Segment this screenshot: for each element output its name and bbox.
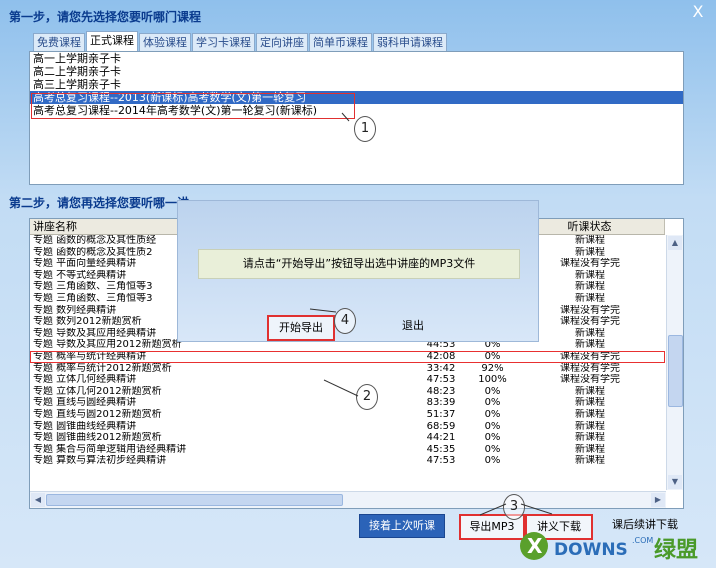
arrow-2-line (323, 379, 359, 397)
arrow-4-line (309, 308, 337, 313)
watermark-text: DOWNS (554, 540, 628, 560)
arrow-3b-line (520, 503, 553, 515)
svg-text:绿盟: 绿盟 (654, 537, 698, 563)
watermark-logo: X DOWNS .COM 绿盟 (512, 526, 712, 566)
svg-text:X: X (527, 534, 543, 558)
downcc-logo-icon: X DOWNS .COM 绿盟 (520, 532, 698, 563)
annotation-arrows (309, 112, 553, 516)
course-selection-window: X 第一步，请您先选择您要听哪门课程 免费课程 正式课程 体验课程 学习卡课程 … (0, 0, 716, 568)
arrow-3a-line (479, 503, 507, 516)
watermark-suffix: .COM (632, 536, 653, 545)
arrow-1-line (341, 112, 350, 122)
